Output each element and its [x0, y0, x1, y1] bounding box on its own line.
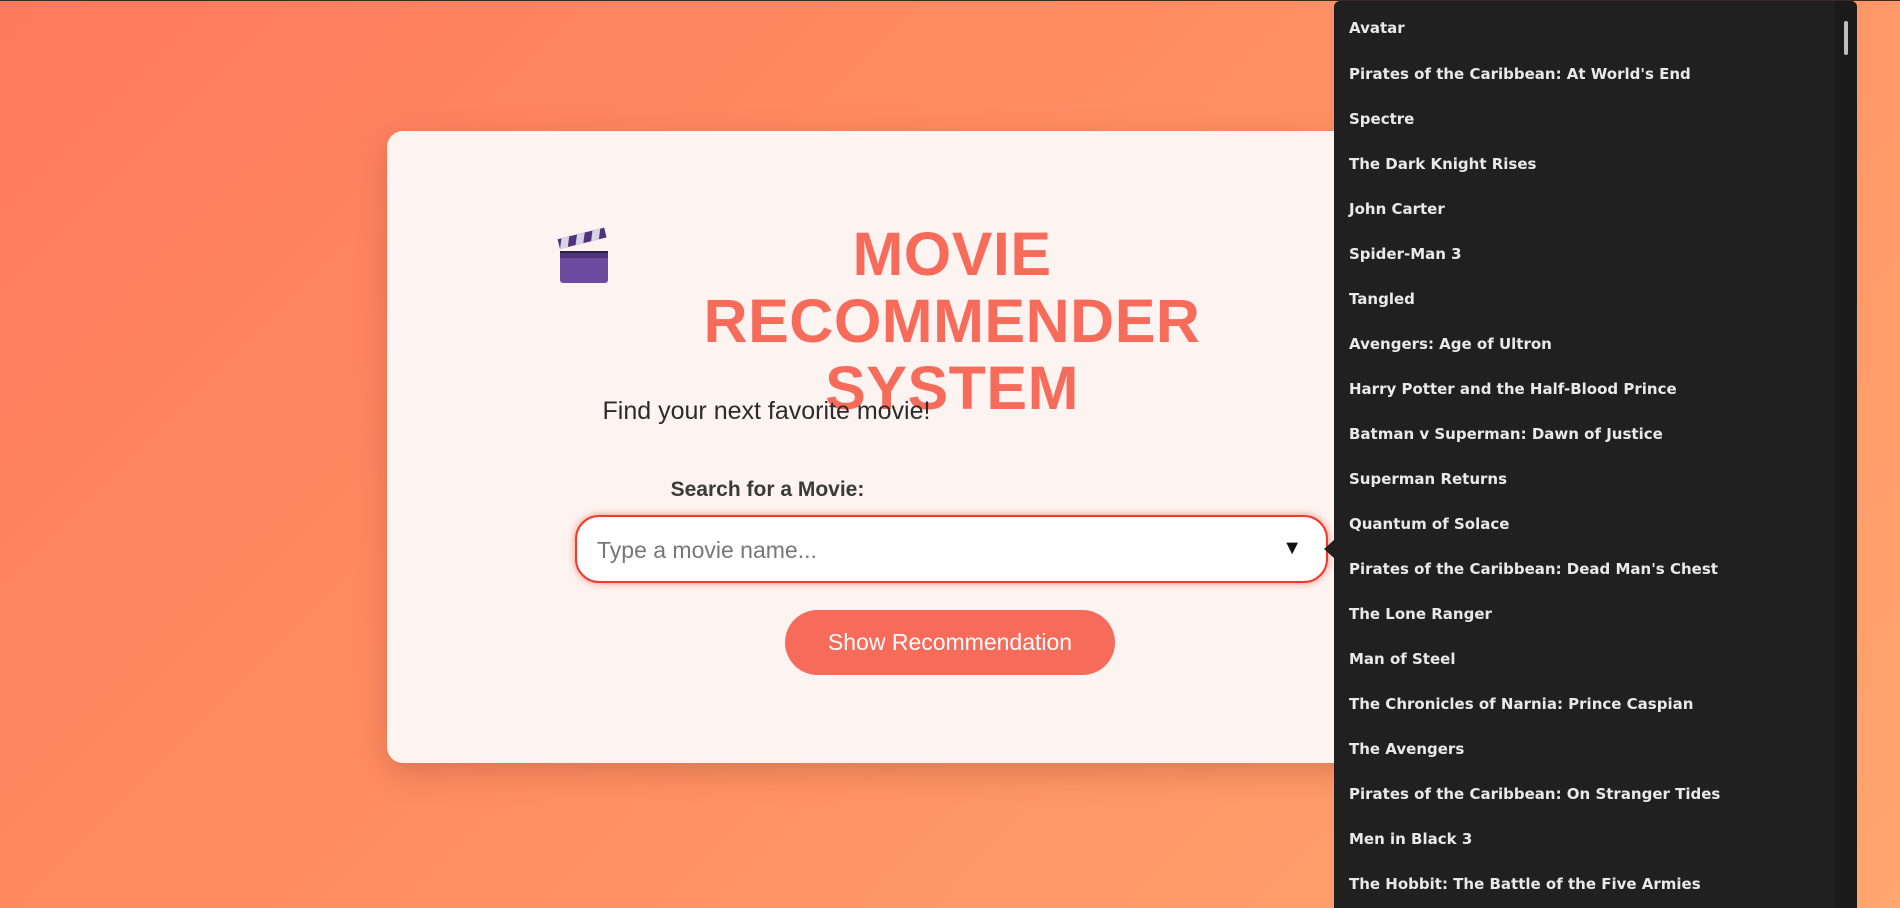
- dropdown-option[interactable]: Spider-Man 3: [1334, 226, 1857, 271]
- dropdown-option[interactable]: Tangled: [1334, 271, 1857, 316]
- movie-select[interactable]: ▼: [575, 515, 1328, 583]
- dropdown-option[interactable]: Pirates of the Caribbean: On Stranger Ti…: [1334, 766, 1857, 811]
- dropdown-option[interactable]: Man of Steel: [1334, 631, 1857, 676]
- dropdown-option[interactable]: Spectre: [1334, 91, 1857, 136]
- dropdown-options: Avatar Pirates of the Caribbean: At World…: [1334, 1, 1857, 901]
- dropdown-option[interactable]: The Chronicles of Narnia: Prince Caspian: [1334, 676, 1857, 721]
- search-label-text: Search for a Movie:: [670, 478, 865, 501]
- dropdown-option[interactable]: Avengers: Age of Ultron: [1334, 316, 1857, 361]
- page-title: MOVIE RECOMMENDER SYSTEM: [554, 221, 1284, 422]
- dropdown-option[interactable]: Pirates of the Caribbean: Dead Man's Che…: [1334, 541, 1857, 586]
- search-input[interactable]: [595, 517, 1259, 583]
- movie-dropdown-list[interactable]: Avatar Pirates of the Caribbean: At World…: [1334, 1, 1857, 908]
- dropdown-option[interactable]: Harry Potter and the Half-Blood Prince: [1334, 361, 1857, 406]
- dropdown-option[interactable]: Superman Returns: [1334, 451, 1857, 496]
- dropdown-option[interactable]: Batman v Superman: Dawn of Justice: [1334, 406, 1857, 451]
- dropdown-option[interactable]: The Dark Knight Rises: [1334, 136, 1857, 181]
- clapperboard-icon: [557, 227, 608, 283]
- dropdown-option[interactable]: Men in Black 3: [1334, 811, 1857, 856]
- dropdown-option[interactable]: The Hobbit: The Battle of the Five Armie…: [1334, 856, 1857, 901]
- dropdown-option[interactable]: John Carter: [1334, 181, 1857, 226]
- dropdown-option[interactable]: The Avengers: [1334, 721, 1857, 766]
- subtitle-text: Find your next favorite movie!: [602, 397, 931, 425]
- dropdown-option[interactable]: Quantum of Solace: [1334, 496, 1857, 541]
- chevron-down-icon[interactable]: ▼: [1282, 536, 1302, 560]
- page-title-text: MOVIE RECOMMENDER SYSTEM: [703, 220, 1201, 422]
- dropdown-option[interactable]: Avatar: [1334, 1, 1857, 46]
- scrollbar-thumb[interactable]: [1844, 21, 1848, 55]
- dropdown-scrollbar[interactable]: [1835, 1, 1857, 908]
- dropdown-option[interactable]: The Lone Ranger: [1334, 586, 1857, 631]
- dropdown-option[interactable]: Pirates of the Caribbean: At World's End: [1334, 46, 1857, 91]
- show-recommendation-button[interactable]: Show Recommendation: [785, 610, 1115, 675]
